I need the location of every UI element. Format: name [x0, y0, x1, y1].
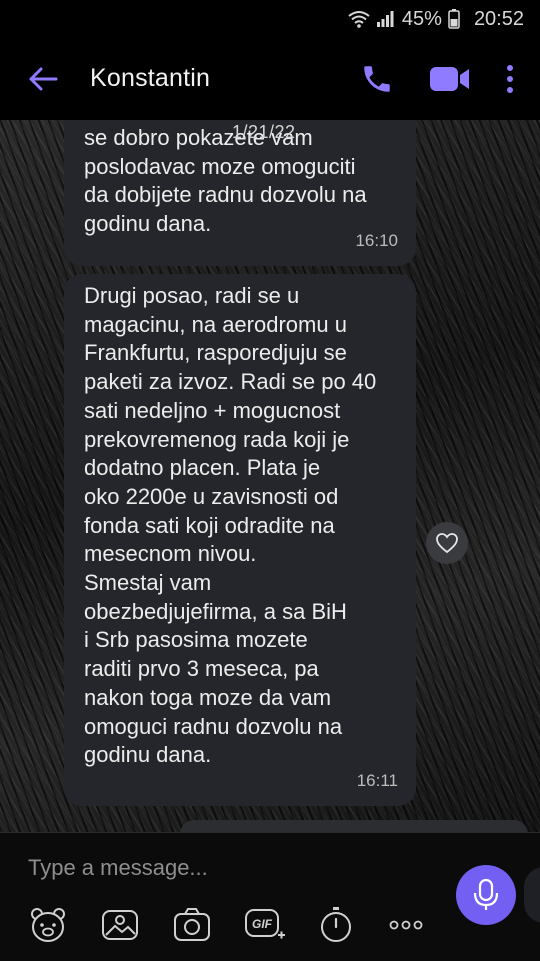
signal-icon — [376, 10, 394, 28]
timer-icon — [316, 905, 356, 945]
more-horizontal-icon — [386, 905, 426, 945]
battery-icon — [448, 9, 460, 29]
incoming-message[interactable]: Drugi posao, radi se u magacinu, na aero… — [64, 274, 416, 806]
voice-message-button[interactable] — [456, 865, 516, 925]
more-options-button[interactable] — [500, 62, 520, 96]
camera-button[interactable] — [172, 905, 212, 945]
outgoing-message-partial[interactable] — [180, 820, 528, 832]
video-camera-icon — [428, 64, 472, 94]
video-call-button[interactable] — [428, 64, 472, 94]
message-input[interactable] — [28, 851, 428, 885]
gallery-icon — [100, 905, 140, 945]
date-header: 1/21/22 — [232, 122, 296, 142]
like-button[interactable] — [426, 522, 468, 564]
voice-call-button[interactable] — [360, 62, 394, 96]
sticker-button[interactable] — [28, 905, 68, 945]
battery-percent: 45% — [401, 7, 442, 30]
gif-label: GIF — [252, 917, 273, 931]
message-list[interactable]: se dobro pokazete vam poslodavac moze om… — [0, 120, 540, 832]
message-text: Drugi posao, radi se u magacinu, na aero… — [84, 283, 377, 768]
gif-button[interactable]: GIF — [244, 905, 285, 945]
phone-icon — [360, 62, 394, 96]
status-indicators: 45% 20:52 — [348, 6, 524, 32]
microphone-icon — [472, 878, 500, 912]
more-vertical-icon — [500, 62, 520, 96]
message-time: 16:11 — [356, 771, 398, 791]
status-bar: 45% 20:52 — [0, 0, 540, 38]
side-panel-tab[interactable] — [524, 867, 540, 923]
timer-button[interactable] — [316, 905, 356, 945]
camera-icon — [172, 905, 212, 945]
back-arrow-icon — [26, 62, 60, 96]
contact-name[interactable]: Konstantin — [90, 64, 210, 93]
wifi-icon — [348, 10, 370, 28]
back-button[interactable] — [26, 62, 60, 96]
gif-icon: GIF — [244, 905, 285, 945]
status-time: 20:52 — [473, 7, 524, 30]
heart-icon — [435, 532, 459, 554]
more-attachments-button[interactable] — [386, 905, 426, 945]
composer: GIF — [0, 832, 540, 961]
sticker-icon — [28, 905, 68, 945]
gallery-button[interactable] — [100, 905, 140, 945]
message-time: 16:10 — [355, 231, 398, 251]
conversation-header: Konstantin — [0, 38, 540, 120]
